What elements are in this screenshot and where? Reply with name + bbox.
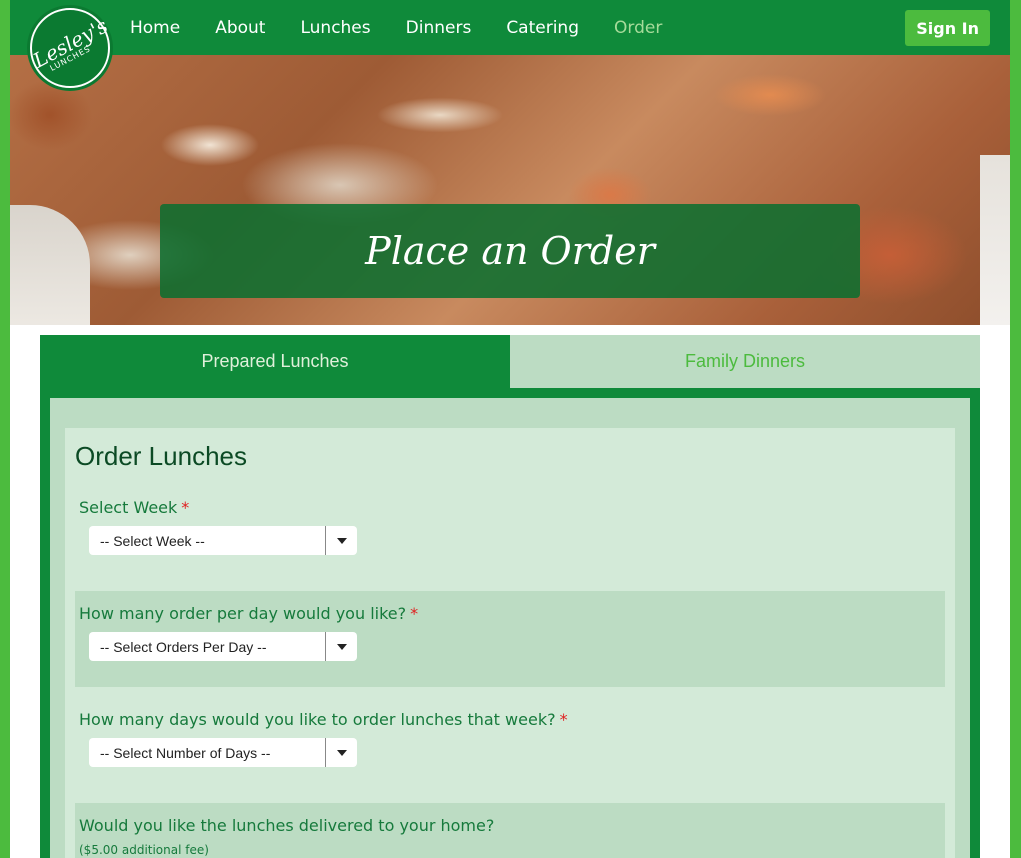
dropdown-button[interactable] — [325, 632, 357, 661]
required-marker: * — [181, 498, 190, 517]
required-marker: * — [410, 604, 419, 623]
tab-prepared-lunches[interactable]: Prepared Lunches — [40, 335, 510, 388]
caret-down-icon — [336, 537, 347, 544]
field-label-text: How many days would you like to order lu… — [79, 710, 556, 729]
nav-link-lunches[interactable]: Lunches — [300, 18, 370, 38]
dropdown-button[interactable] — [325, 526, 357, 555]
page: Home About Lunches Dinners Catering Orde… — [10, 0, 1010, 858]
hero-image: Place an Order — [10, 55, 1010, 325]
field-label: How many days would you like to order lu… — [79, 710, 568, 729]
orders-per-day-dropdown[interactable]: -- Select Orders Per Day -- — [89, 632, 357, 661]
select-value: -- Select Orders Per Day -- — [100, 638, 267, 655]
field-label: Select Week * — [79, 498, 189, 517]
delivery-fee-note: ($5.00 additional fee) — [79, 843, 209, 857]
field-label-text: How many order per day would you like? — [79, 604, 407, 623]
hero-plate-edge — [980, 155, 1010, 325]
sign-in-button[interactable]: Sign In — [905, 10, 990, 46]
nav-link-catering[interactable]: Catering — [506, 18, 579, 38]
nav-link-home[interactable]: Home — [130, 18, 180, 38]
field-label-text: Select Week — [79, 498, 178, 517]
caret-down-icon — [336, 749, 347, 756]
field-label: Would you like the lunches delivered to … — [79, 816, 495, 835]
caret-down-icon — [336, 643, 347, 650]
tab-family-dinners[interactable]: Family Dinners — [510, 335, 980, 388]
order-tabs: Prepared Lunches Family Dinners — [40, 335, 980, 388]
select-value: -- Select Week -- — [100, 532, 205, 549]
hero-banner: Place an Order — [160, 204, 860, 298]
select-value: -- Select Number of Days -- — [100, 744, 271, 761]
required-marker: * — [559, 710, 568, 729]
page-title: Place an Order — [365, 229, 655, 273]
top-nav: Home About Lunches Dinners Catering Orde… — [10, 0, 1010, 55]
select-week-dropdown[interactable]: -- Select Week -- — [89, 526, 357, 555]
dropdown-button[interactable] — [325, 738, 357, 767]
hero-plate — [10, 205, 90, 325]
field-label: How many order per day would you like? * — [79, 604, 418, 623]
logo[interactable]: Lesley's LUNCHES — [29, 8, 111, 88]
nav-links: Home About Lunches Dinners Catering Orde… — [130, 0, 697, 55]
form-title: Order Lunches — [75, 441, 247, 471]
field-home-delivery: Would you like the lunches delivered to … — [75, 803, 945, 858]
field-number-of-days: How many days would you like to order lu… — [75, 697, 945, 797]
field-orders-per-day: How many order per day would you like? * … — [75, 591, 945, 687]
nav-link-dinners[interactable]: Dinners — [406, 18, 472, 38]
nav-link-about[interactable]: About — [215, 18, 265, 38]
field-select-week: Select Week * -- Select Week -- — [75, 488, 945, 588]
number-of-days-dropdown[interactable]: -- Select Number of Days -- — [89, 738, 357, 767]
nav-link-order[interactable]: Order — [614, 18, 662, 38]
